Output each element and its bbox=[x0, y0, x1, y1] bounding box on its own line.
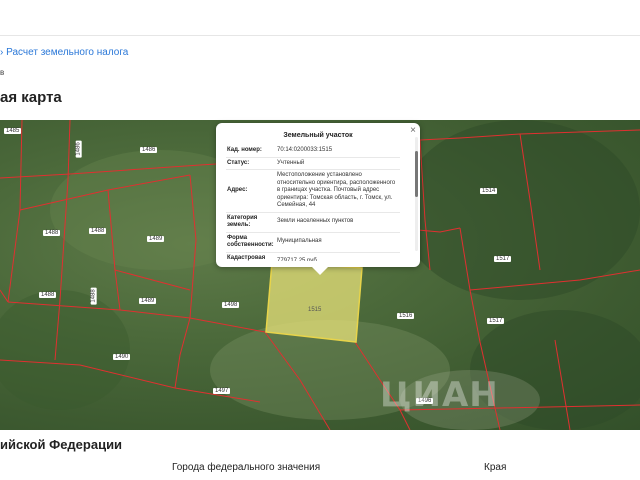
section-title: ийской Федерации bbox=[0, 437, 123, 452]
table-row: Адрес: Местоположение установлено относи… bbox=[226, 169, 400, 213]
plot-info-popup: × Земельный участок Кад. номер: 70:14:02… bbox=[216, 123, 420, 275]
popup-title: Земельный участок bbox=[283, 132, 353, 139]
plot-label: 1497 bbox=[213, 388, 231, 394]
table-row: Форма собственности: Муниципальная bbox=[226, 232, 400, 253]
row-key: Форма собственности: bbox=[226, 232, 276, 253]
popup-scrollbar-thumb[interactable] bbox=[415, 151, 418, 197]
table-row: Кадастровая стоимость: 779717.25 руб. bbox=[226, 252, 400, 261]
top-header bbox=[0, 0, 640, 36]
row-value: 70:14:0200033:1515 bbox=[276, 145, 400, 158]
row-key: Кадастровая стоимость: bbox=[226, 252, 276, 261]
plot-info-table: Кад. номер: 70:14:0200033:1515 Статус: У… bbox=[226, 145, 400, 261]
row-key: Адрес: bbox=[226, 169, 276, 213]
row-value: Муниципальная bbox=[276, 232, 400, 253]
plot-label: 1516 bbox=[397, 313, 415, 319]
popup-scrollbar[interactable] bbox=[415, 137, 418, 251]
table-row: Категория земель: Земли населенных пункт… bbox=[226, 212, 400, 233]
plot-label: 1517 bbox=[487, 318, 505, 324]
row-value: Местоположение установлено относительно … bbox=[276, 169, 400, 213]
page-title: ая карта bbox=[0, 89, 62, 106]
plot-label: 1488 bbox=[43, 230, 61, 236]
column-header-federal-cities: Города федерального значения bbox=[172, 462, 321, 473]
watermark-logo: ЦИАН bbox=[380, 375, 499, 415]
plot-label: 1485 bbox=[4, 128, 22, 134]
breadcrumb-separator: › bbox=[0, 47, 4, 58]
plot-label-selected: 1515 bbox=[308, 307, 322, 313]
table-row: Кад. номер: 70:14:0200033:1515 bbox=[226, 145, 400, 158]
plot-label: 1486 bbox=[140, 147, 158, 153]
row-value: 779717.25 руб. bbox=[276, 252, 400, 261]
plot-label: 1517 bbox=[494, 256, 512, 262]
plot-label: 1489 bbox=[139, 298, 157, 304]
breadcrumb-link-land-tax[interactable]: Расчет земельного налога bbox=[6, 47, 128, 58]
plot-label: 1488 bbox=[39, 292, 57, 298]
plot-label: 1489 bbox=[147, 236, 165, 242]
plot-label: 1486 bbox=[75, 140, 82, 158]
plot-label: 1488 bbox=[90, 287, 97, 305]
row-key: Кад. номер: bbox=[226, 145, 276, 158]
row-key: Статус: bbox=[226, 157, 276, 170]
plot-label: 1514 bbox=[480, 188, 498, 194]
plot-label: 1498 bbox=[222, 302, 240, 308]
table-row: Статус: Учтенный bbox=[226, 157, 400, 170]
row-key: Категория земель: bbox=[226, 212, 276, 233]
breadcrumb: › Расчет земельного налога bbox=[0, 47, 128, 58]
row-value: Земли населенных пунктов bbox=[276, 212, 400, 233]
plot-label: 1488 bbox=[89, 228, 107, 234]
close-icon[interactable]: × bbox=[410, 125, 416, 136]
row-value: Учтенный bbox=[276, 157, 400, 170]
plot-label: 1490 bbox=[113, 354, 131, 360]
column-header-krai: Края bbox=[484, 462, 507, 473]
breadcrumb-sub: в bbox=[0, 68, 5, 77]
popup-scroll-area[interactable]: Кад. номер: 70:14:0200033:1515 Статус: У… bbox=[226, 145, 410, 261]
